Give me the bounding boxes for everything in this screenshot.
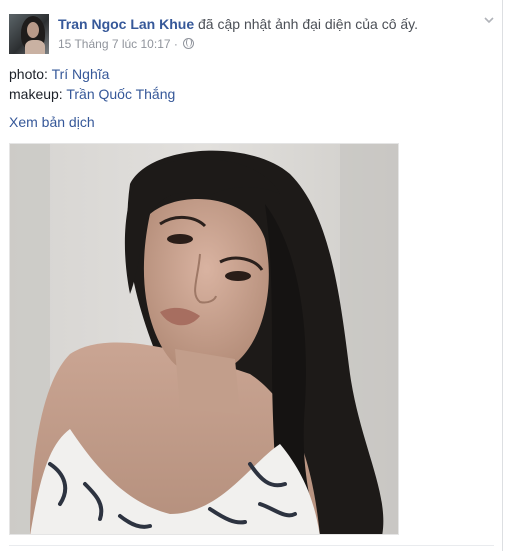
post-header: Tran Ngoc Lan Khue đã cập nhật ảnh đại d… bbox=[58, 15, 478, 33]
makeup-label: makeup: bbox=[9, 86, 63, 102]
meta-separator: · bbox=[173, 37, 178, 51]
chevron-down-icon[interactable] bbox=[483, 14, 495, 26]
post-divider bbox=[9, 545, 494, 546]
globe-icon[interactable] bbox=[183, 38, 195, 49]
author-name-link[interactable]: Tran Ngoc Lan Khue bbox=[58, 16, 194, 32]
post-action-text: đã cập nhật ảnh đại diện của cô ấy. bbox=[198, 16, 419, 32]
profile-photo[interactable] bbox=[9, 143, 399, 535]
post-timestamp-link[interactable]: 15 Tháng 7 lúc 10:17 bbox=[58, 37, 171, 51]
caption-makeup-line: makeup: Trần Quốc Thắng bbox=[9, 84, 175, 104]
caption-photo-line: photo: Trí Nghĩa bbox=[9, 64, 175, 84]
post-meta: 15 Tháng 7 lúc 10:17 · bbox=[58, 36, 195, 52]
avatar-face bbox=[27, 22, 39, 38]
post-caption: photo: Trí Nghĩa makeup: Trần Quốc Thắng bbox=[9, 64, 175, 104]
feed-post: Tran Ngoc Lan Khue đã cập nhật ảnh đại d… bbox=[0, 0, 503, 551]
photo-label: photo: bbox=[9, 66, 48, 82]
photo-credit-link[interactable]: Trí Nghĩa bbox=[52, 66, 110, 82]
profile-avatar[interactable] bbox=[9, 14, 49, 54]
see-translation-link[interactable]: Xem bản dịch bbox=[9, 113, 95, 131]
makeup-credit-link[interactable]: Trần Quốc Thắng bbox=[66, 86, 175, 102]
portrait-image bbox=[10, 144, 398, 534]
avatar-shoulder bbox=[25, 40, 45, 54]
